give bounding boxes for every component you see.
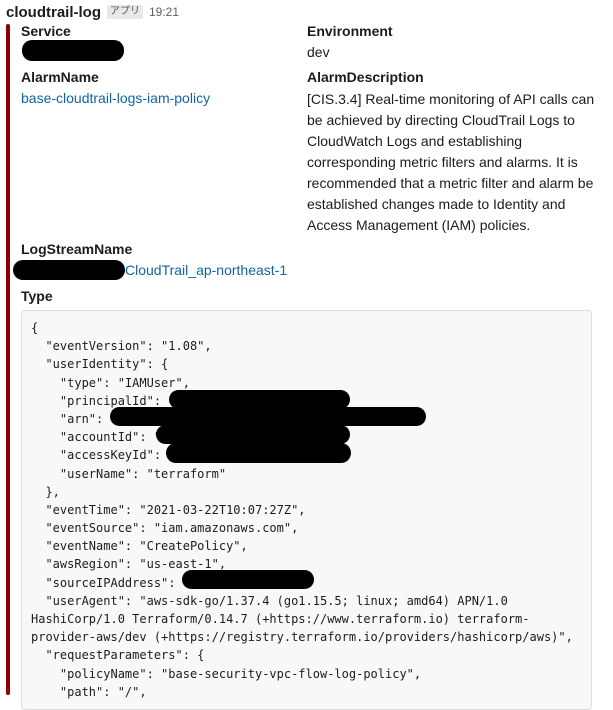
code-line: "userIdentity": { (31, 357, 169, 372)
code-line: }, (31, 484, 60, 499)
alarm-name-label: AlarmName (21, 69, 99, 85)
type-label: Type (21, 288, 53, 304)
code-line: "userName": "terraform" (31, 466, 227, 481)
service-label: Service (21, 23, 71, 39)
service-value-redacted (22, 40, 124, 61)
app-badge: アプリ (107, 5, 143, 19)
code-line: "path": "/", (31, 684, 147, 699)
source-ip-redacted (182, 570, 314, 589)
arn-redacted (110, 407, 426, 426)
code-line: "eventTime": "2021-03-22T10:07:27Z", (31, 502, 306, 517)
code-line: "eventName": "CreatePolicy", (31, 539, 248, 554)
log-stream-prefix-redacted (13, 260, 125, 280)
code-line: "eventSource": "iam.amazonaws.com", (31, 521, 299, 536)
message-header: cloudtrail-log アプリ 19:21 (6, 2, 179, 22)
json-code-block[interactable]: { "eventVersion": "1.08", "userIdentity"… (21, 310, 592, 710)
account-id-redacted (156, 425, 350, 444)
code-line: "policyName": "base-security-vpc-flow-lo… (31, 666, 422, 681)
alarm-name-link[interactable]: base-cloudtrail-logs-iam-policy (21, 90, 210, 106)
alarm-name-value: base-cloudtrail-logs-iam-policy (21, 88, 210, 109)
code-line: { (31, 321, 39, 335)
code-line: HashiCorp/1.0 Terraform/0.14.7 (+https:/… (31, 612, 530, 626)
code-line: "requestParameters": { (31, 648, 205, 663)
environment-value: dev (307, 44, 330, 60)
app-name[interactable]: cloudtrail-log (6, 4, 101, 21)
alarm-description-label: AlarmDescription (307, 69, 424, 85)
environment-label: Environment (307, 23, 393, 39)
attachment-color-bar (6, 24, 10, 695)
access-key-id-redacted (166, 443, 351, 463)
message-timestamp[interactable]: 19:21 (149, 5, 179, 19)
code-line: "eventVersion": "1.08", (31, 339, 212, 354)
code-line: "awsRegion": "us-east-1", (31, 557, 227, 572)
code-line: "userAgent": "aws-sdk-go/1.37.4 (go1.15.… (31, 593, 508, 608)
code-line: provider-aws/dev (+https://registry.terr… (31, 630, 573, 645)
log-stream-name-label: LogStreamName (21, 241, 133, 257)
log-stream-link[interactable]: CloudTrail_ap-northeast-1 (125, 262, 287, 278)
alarm-description-value: [CIS.3.4] Real-time monitoring of API ca… (307, 91, 595, 233)
log-stream-name-value: CloudTrail_ap-northeast-1 (125, 260, 287, 281)
